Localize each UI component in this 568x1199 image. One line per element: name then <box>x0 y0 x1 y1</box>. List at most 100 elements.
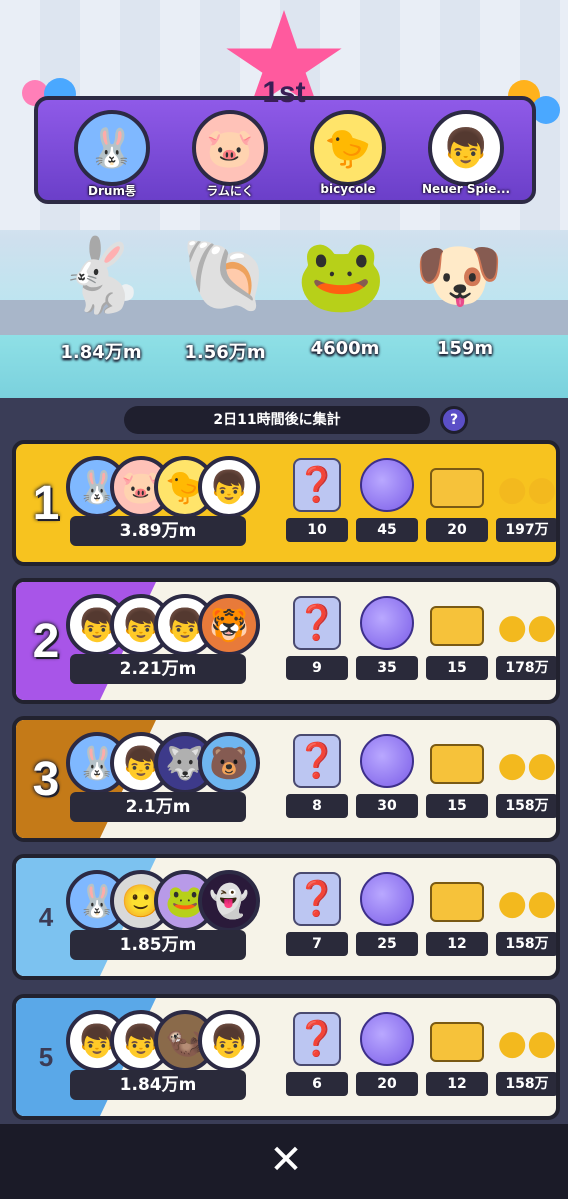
coin-pile-icon: ●● <box>497 1023 557 1063</box>
reward-item[interactable]: ●● 197万 <box>496 458 557 546</box>
rank-number: 4 <box>38 902 54 932</box>
gold-ticket-icon <box>430 468 484 508</box>
rank-card-4[interactable]: 4 🐰 🙂 🐸 👻 1.85万m ❓ 7 25 12 ●● 158万 <box>12 854 560 980</box>
podium-distance: 1.84万m <box>60 342 142 363</box>
reward-count: 178万 <box>496 656 556 680</box>
reward-count: 9 <box>286 656 348 680</box>
reward-item[interactable]: 35 <box>356 596 418 684</box>
reward-item[interactable]: ❓ 9 <box>286 596 348 684</box>
rank-number: 3 <box>32 753 60 806</box>
mystery-box-icon: ❓ <box>293 458 341 512</box>
podium-player-name: bicycole <box>320 182 376 196</box>
gold-ticket-icon <box>430 606 484 646</box>
reward-item[interactable]: ●● 158万 <box>496 872 557 960</box>
reward-item[interactable]: ●● 158万 <box>496 734 556 822</box>
purple-orb-icon <box>360 1012 414 1066</box>
reward-item[interactable]: ●● 178万 <box>496 596 557 684</box>
reward-count: 20 <box>356 1072 418 1096</box>
team-avatar: 🐯 <box>198 594 260 656</box>
reward-item[interactable]: ●● 158万 <box>496 1012 557 1100</box>
team-avatar: 🐻 <box>198 732 260 794</box>
team-score: 3.89万m <box>70 516 246 546</box>
reward-count: 30 <box>356 794 418 818</box>
close-button[interactable]: ✕ <box>264 1138 308 1182</box>
rank-number: 1 <box>32 477 60 530</box>
coin-pile-icon: ●● <box>497 883 557 923</box>
help-button[interactable]: ? <box>440 406 468 434</box>
reward-item[interactable]: 15 <box>426 596 488 684</box>
podium-player-3[interactable]: 🐤 bicycole <box>298 110 398 202</box>
purple-orb-icon <box>360 734 414 788</box>
podium-distance: 1.56万m <box>184 342 266 363</box>
reward-count: 8 <box>286 794 348 818</box>
podium-distance: 159m <box>436 338 494 359</box>
gold-ticket-icon <box>430 882 484 922</box>
reward-item[interactable]: ❓ 7 <box>286 872 348 960</box>
rank-card-5[interactable]: 5 👦 👦 🦦 👦 1.84万m ❓ 6 20 12 ●● 158万 <box>12 994 560 1120</box>
rank-number: 5 <box>38 1042 54 1072</box>
reward-count: 7 <box>286 932 348 956</box>
blue-dog-pet-icon: 🐶 <box>414 232 504 317</box>
hermit-crab-pet-icon: 🐚 <box>180 232 270 317</box>
bubble-decoration <box>532 96 560 124</box>
reward-count: 10 <box>286 518 348 542</box>
coin-pile-icon: ●● <box>497 469 557 509</box>
gold-ticket-icon <box>430 1022 484 1062</box>
purple-orb-icon <box>360 872 414 926</box>
mystery-box-icon: ❓ <box>293 734 341 788</box>
podium-distance: 4600m <box>310 338 380 359</box>
reward-item[interactable]: 15 <box>426 734 488 822</box>
mystery-box-icon: ❓ <box>293 596 341 650</box>
team-score: 1.85万m <box>70 930 246 960</box>
reward-item[interactable]: ❓ 8 <box>286 734 348 822</box>
reward-item[interactable]: 12 <box>426 1012 488 1100</box>
reward-item[interactable]: ❓ 6 <box>286 1012 348 1100</box>
podium-player-name: Neuer Spie... <box>421 182 511 196</box>
mystery-box-icon: ❓ <box>293 872 341 926</box>
rank-card-2[interactable]: 2 👦 👦 👦 🐯 2.21万m ❓ 9 35 15 ●● 178万 <box>12 578 560 704</box>
reward-item[interactable]: 12 <box>426 872 488 960</box>
rank-number: 2 <box>32 615 60 668</box>
podium-player-name: ラムにく <box>206 184 254 198</box>
reward-list: ❓ 7 25 12 ●● 158万 <box>286 872 557 964</box>
aggregation-timer: 2日11時間後に集計 <box>124 406 430 434</box>
reward-count: 12 <box>426 1072 488 1096</box>
podium-player-name: Drum통 <box>88 184 136 198</box>
reward-item[interactable]: ❓ 10 <box>286 458 348 546</box>
team-avatar: 👦 <box>198 1010 260 1072</box>
reward-item[interactable]: 30 <box>356 734 418 822</box>
reward-list: ❓ 8 30 15 ●● 158万 <box>286 734 556 826</box>
podium-player-2[interactable]: 🐷 ラムにく <box>180 110 280 202</box>
reward-item[interactable]: 20 <box>426 458 488 546</box>
team-avatar: 👦 <box>198 456 260 518</box>
reward-list: ❓ 9 35 15 ●● 178万 <box>286 596 557 688</box>
reward-count: 197万 <box>496 518 556 542</box>
reward-count: 158万 <box>496 1072 556 1096</box>
reward-count: 15 <box>426 656 488 680</box>
reward-list: ❓ 6 20 12 ●● 158万 <box>286 1012 557 1104</box>
reward-count: 25 <box>356 932 418 956</box>
gold-ticket-icon <box>430 744 484 784</box>
podium-scene: 1st 🐰 Drum통 🐷 ラムにく 🐤 bicycole 👦 Neuer Sp… <box>0 0 568 398</box>
coin-pile-icon: ●● <box>497 607 557 647</box>
reward-count: 20 <box>426 518 488 542</box>
reward-item[interactable]: 45 <box>356 458 418 546</box>
team-avatar: 👻 <box>198 870 260 932</box>
rank-card-1[interactable]: 1 🐰 🐷 🐤 👦 3.89万m ❓ 10 45 20 ●● 197万 <box>12 440 560 566</box>
podium-player-4[interactable]: 👦 Neuer Spie... <box>416 110 516 202</box>
team-score: 2.21万m <box>70 654 246 684</box>
reward-count: 35 <box>356 656 418 680</box>
reward-count: 158万 <box>496 794 556 818</box>
blue-rabbit-pet-icon: 🐇 <box>56 232 146 317</box>
reward-count: 12 <box>426 932 488 956</box>
team-score: 2.1万m <box>70 792 246 822</box>
reward-item[interactable]: 20 <box>356 1012 418 1100</box>
frog-pet-icon: 🐸 <box>296 232 386 317</box>
rank-card-3[interactable]: 3 🐰 👦 🐺 🐻 2.1万m ❓ 8 30 15 ●● 158万 <box>12 716 560 842</box>
podium-player-1[interactable]: 🐰 Drum통 <box>62 110 162 202</box>
reward-count: 45 <box>356 518 418 542</box>
reward-item[interactable]: 25 <box>356 872 418 960</box>
mystery-box-icon: ❓ <box>293 1012 341 1066</box>
pig-avatar-icon: 🐷 <box>192 110 268 186</box>
purple-orb-icon <box>360 458 414 512</box>
